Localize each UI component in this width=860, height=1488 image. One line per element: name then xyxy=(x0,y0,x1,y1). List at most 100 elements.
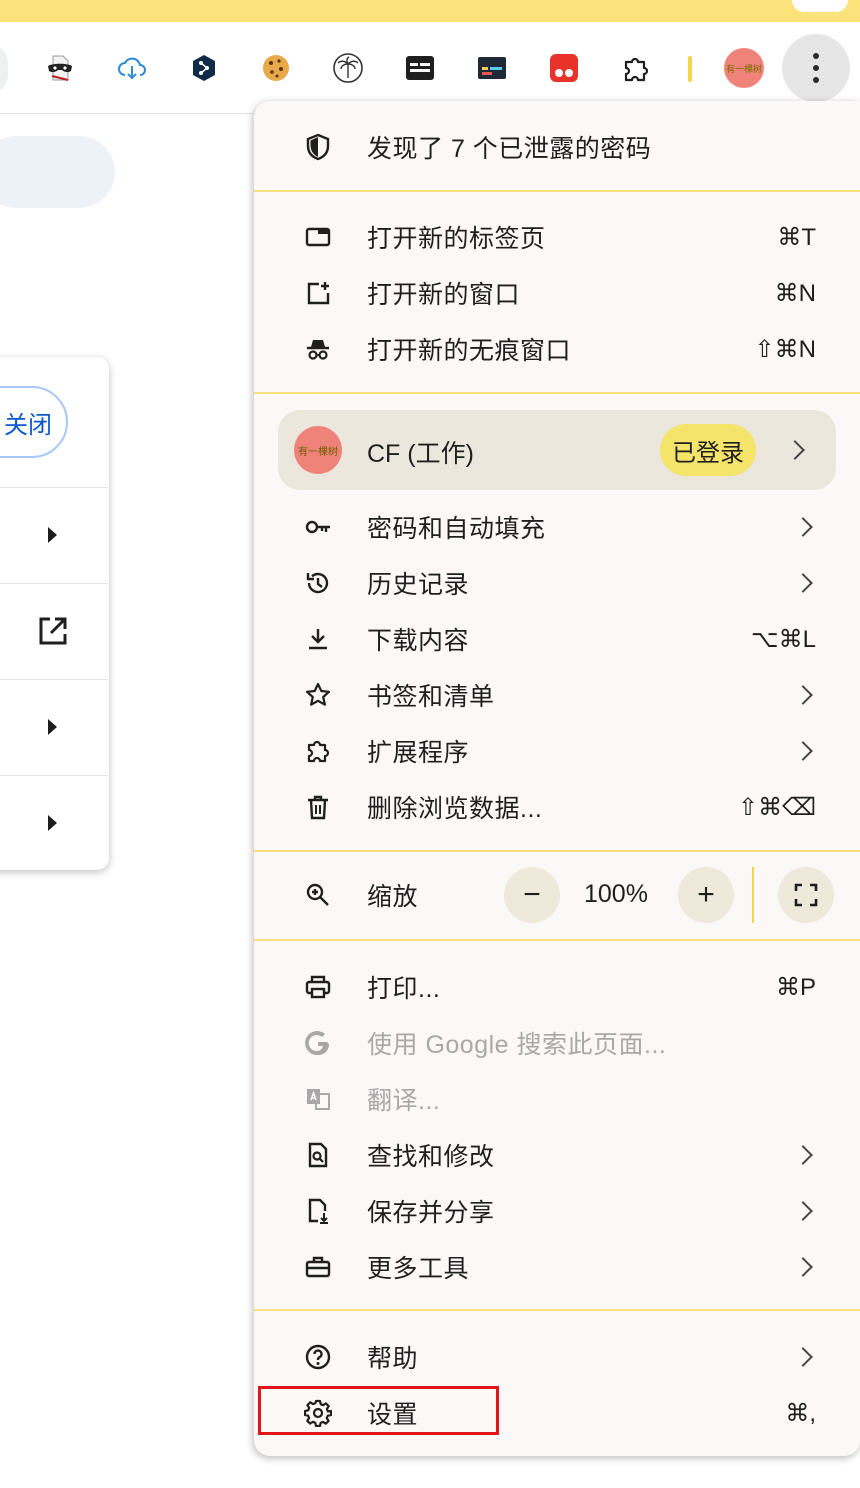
translate-icon xyxy=(300,1081,336,1117)
zoom-icon xyxy=(300,877,336,913)
divider xyxy=(0,487,108,488)
shield-icon xyxy=(300,129,336,165)
open-external-icon[interactable] xyxy=(36,614,70,648)
printer-icon xyxy=(300,969,336,1005)
divider xyxy=(0,775,108,776)
chevron-right-icon xyxy=(793,1201,813,1221)
zoom-separator xyxy=(752,867,754,923)
menu-profile-row[interactable]: 有一棵树 CF (工作) 已登录 xyxy=(278,410,836,490)
menu-item-label: 删除浏览数据... xyxy=(367,795,543,823)
menu-item-label: 下载内容 xyxy=(367,627,470,655)
profile-avatar: 有一棵树 xyxy=(294,426,342,474)
toolbar-separator xyxy=(688,56,692,82)
fullscreen-button[interactable] xyxy=(778,867,834,923)
menu-item-help[interactable]: 帮助 xyxy=(254,1329,860,1385)
fullscreen-icon xyxy=(794,883,818,907)
new-tab-icon xyxy=(300,219,336,255)
menu-item-passwords[interactable]: 密码和自动填充 xyxy=(254,499,860,555)
expand-arrow-icon[interactable] xyxy=(48,815,57,831)
menu-item-new-tab[interactable]: 打开新的标签页 ⌘T xyxy=(254,209,860,265)
menu-item-save-share[interactable]: 保存并分享 xyxy=(254,1183,860,1239)
expand-arrow-icon[interactable] xyxy=(48,527,57,543)
chevron-right-icon xyxy=(793,517,813,537)
menu-item-label: 打开新的窗口 xyxy=(367,281,521,309)
window-top-strip xyxy=(0,0,860,22)
shortcut-label: ⌘P xyxy=(775,973,816,1001)
zoom-out-button[interactable]: − xyxy=(504,867,560,923)
zoom-level: 100% xyxy=(584,880,648,908)
palm-tree-icon[interactable] xyxy=(330,50,366,86)
more-options-button[interactable] xyxy=(782,34,850,102)
zoom-in-button[interactable]: + xyxy=(678,867,734,923)
deepl-icon[interactable] xyxy=(186,50,222,86)
shortcut-label: ⌥⌘L xyxy=(750,625,816,653)
menu-item-label: 扩展程序 xyxy=(367,739,470,767)
keyboard-extension-icon[interactable] xyxy=(402,50,438,86)
search-pill[interactable] xyxy=(0,136,115,208)
menu-item-new-incognito[interactable]: 打开新的无痕窗口 ⇧⌘N xyxy=(254,321,860,377)
download-icon xyxy=(300,621,336,657)
new-window-icon xyxy=(300,275,336,311)
menu-item-find-edit[interactable]: 查找和修改 xyxy=(254,1127,860,1183)
menu-item-label: 密码和自动填充 xyxy=(367,515,546,543)
expand-arrow-icon[interactable] xyxy=(48,719,57,735)
shortcut-label: ⇧⌘N xyxy=(754,335,816,363)
google-icon xyxy=(300,1025,336,1061)
cloud-download-icon[interactable] xyxy=(114,50,150,86)
history-icon xyxy=(300,565,336,601)
menu-dot xyxy=(813,65,819,71)
puzzle-extensions-icon[interactable] xyxy=(618,50,654,86)
cookie-icon[interactable] xyxy=(258,50,294,86)
menu-item-history[interactable]: 历史记录 xyxy=(254,555,860,611)
save-share-icon xyxy=(300,1193,336,1229)
menu-item-translate: 翻译... xyxy=(254,1071,860,1127)
shortcut-label: ⌘T xyxy=(777,223,816,251)
key-icon xyxy=(300,509,336,545)
chevron-right-icon xyxy=(793,1257,813,1277)
incognito-icon xyxy=(300,331,336,367)
menu-item-label: 打开新的标签页 xyxy=(367,225,546,253)
find-page-icon xyxy=(300,1137,336,1173)
menu-item-label: 翻译... xyxy=(367,1087,441,1115)
menu-item-new-window[interactable]: 打开新的窗口 ⌘N xyxy=(254,265,860,321)
menu-item-label: 打印... xyxy=(367,975,441,1003)
chrome-main-menu: 发现了 7 个已泄露的密码 打开新的标签页 ⌘T 打开新的窗口 ⌘N 打开新的无… xyxy=(254,101,860,1456)
menu-separator xyxy=(254,1309,860,1311)
puzzle-icon xyxy=(300,733,336,769)
settings-highlight-box xyxy=(258,1386,499,1435)
menu-item-print[interactable]: 打印... ⌘P xyxy=(254,959,860,1015)
menu-separator xyxy=(254,392,860,394)
menu-item-label: 书签和清单 xyxy=(367,683,495,711)
menu-item-label: 缩放 xyxy=(367,883,419,911)
chevron-right-icon xyxy=(793,741,813,761)
profile-name: CF (工作) xyxy=(367,440,474,468)
toolbox-icon xyxy=(300,1249,336,1285)
menu-item-label: 查找和修改 xyxy=(367,1143,495,1171)
menu-separator xyxy=(254,190,860,192)
menu-separator xyxy=(254,939,860,941)
incognito-mask-extension-icon[interactable] xyxy=(42,50,78,86)
menu-item-downloads[interactable]: 下载内容 ⌥⌘L xyxy=(254,611,860,667)
help-icon xyxy=(300,1339,336,1375)
menu-item-clear-data[interactable]: 删除浏览数据... ⇧⌘⌫ xyxy=(254,779,860,835)
address-bar-edge[interactable] xyxy=(0,44,8,94)
divider xyxy=(0,679,108,680)
chevron-right-icon xyxy=(793,685,813,705)
menu-item-label: 打开新的无痕窗口 xyxy=(367,337,572,365)
menu-item-password-alert[interactable]: 发现了 7 个已泄露的密码 xyxy=(254,119,860,175)
menu-item-label: 使用 Google 搜索此页面... xyxy=(367,1031,667,1059)
menu-item-label: 历史记录 xyxy=(367,571,470,599)
red-dots-extension-icon[interactable] xyxy=(546,50,582,86)
menu-item-label: 发现了 7 个已泄露的密码 xyxy=(367,135,652,163)
menu-item-more-tools[interactable]: 更多工具 xyxy=(254,1239,860,1295)
menu-dot xyxy=(813,77,819,83)
terminal-extension-icon[interactable] xyxy=(474,50,510,86)
menu-item-extensions[interactable]: 扩展程序 xyxy=(254,723,860,779)
menu-item-bookmarks[interactable]: 书签和清单 xyxy=(254,667,860,723)
menu-item-label: 更多工具 xyxy=(367,1255,470,1283)
menu-item-label: 保存并分享 xyxy=(367,1199,495,1227)
signed-in-badge: 已登录 xyxy=(660,424,756,476)
trash-icon xyxy=(300,789,336,825)
menu-separator xyxy=(254,850,860,852)
profile-avatar[interactable]: 有一棵树 xyxy=(724,48,764,88)
